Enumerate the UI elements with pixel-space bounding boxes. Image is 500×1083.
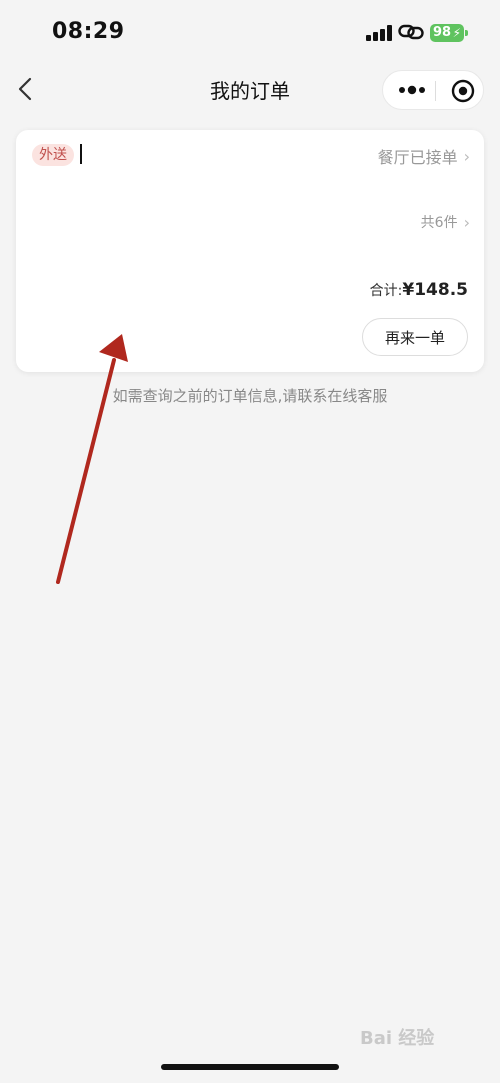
screen: 08:29 98 ⚡ 我的订单 外送 餐厅已接单 › 共6件 › 合计: ¥14… (0, 0, 500, 1083)
annotation-arrow-icon (56, 334, 128, 584)
home-indicator[interactable] (161, 1064, 339, 1070)
watermark: Bai 经验 (360, 1028, 435, 1049)
